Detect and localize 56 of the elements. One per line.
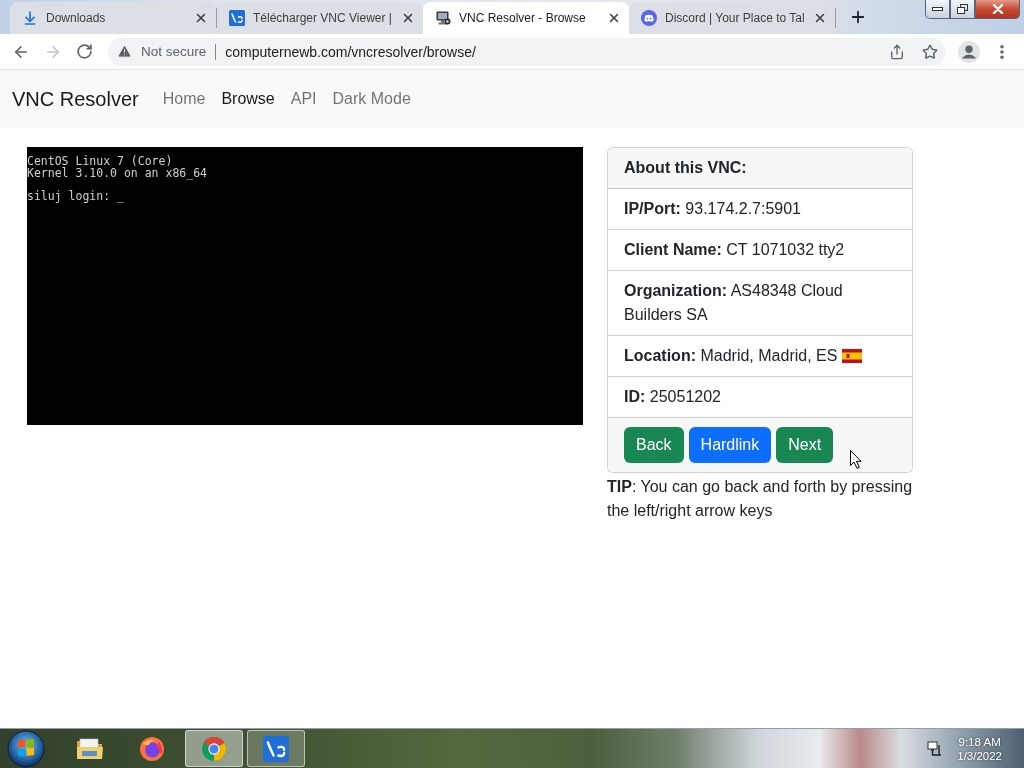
browser-tab[interactable]: Discord | Your Place to Tal [629,2,835,34]
minimize-icon [932,7,943,11]
terminal-prompt: siluj login: _ [27,191,124,203]
info-text: Client Name: CT 1071032 tty2 [624,241,845,258]
browser-tab[interactable]: Downloads [10,2,216,34]
close-window-button[interactable] [975,0,1020,19]
info-text: ID: 25051202 [624,388,721,405]
info-text: IP/Port: 93.174.2.7:5901 [624,200,801,217]
browser-logo-icon [139,735,165,762]
avatar-icon[interactable] [958,40,980,63]
browser-tab[interactable]: Télécharger VNC Viewer | [217,2,423,34]
close-icon[interactable] [813,11,827,25]
minimize-button[interactable] [925,0,950,19]
network-icon[interactable] [927,740,944,757]
info-text: Organization: AS48348 Cloud Builders SA [624,282,843,323]
close-icon[interactable] [194,11,208,25]
chat-logo-icon [641,10,657,26]
bookmark-star-icon[interactable] [922,43,938,60]
taskbar-button[interactable] [247,730,305,767]
action-button[interactable]: Next [776,427,834,463]
start-orb-icon [7,729,45,768]
clock-time: 9:18 AM [958,734,1001,749]
computer-icon [435,10,451,26]
browser-logo-icon [201,735,227,762]
address-bar[interactable]: Not secure computernewb.com/vncresolver/browse/ [108,37,946,66]
action-button[interactable]: Back [624,427,684,463]
restore-button[interactable] [950,0,975,19]
card-title: About this VNC: [608,148,912,189]
mouse-pointer-icon [850,450,862,469]
clock-date: 1/3/2022 [957,748,1002,763]
warning-icon [117,44,132,59]
action-button[interactable]: Hardlink [688,427,772,463]
nav-link[interactable]: API [282,82,325,116]
download-icon [22,10,38,26]
nav-link[interactable]: Home [154,82,214,116]
url-text: computernewb.com/vncresolver/browse/ [225,43,477,60]
nav-link[interactable]: Browse [213,82,283,116]
restore-icon [957,4,968,14]
vnc-logo-icon [229,10,245,26]
reload-icon[interactable] [76,43,93,60]
brand-link[interactable]: VNC Resolver [12,87,139,111]
nav-link[interactable]: Dark Mode [324,82,419,116]
vnc-logo-icon [263,735,289,762]
security-label[interactable]: Not secure [141,44,207,59]
close-icon[interactable] [607,11,621,25]
browser-tab[interactable]: VNC Resolver - Browse [423,2,629,34]
info-text: Location: Madrid, Madrid, ES [624,347,838,364]
tip-text: TIP: You can go back and forth by pressing the left/right arrow keys [607,477,914,521]
start-button[interactable] [4,728,48,768]
close-icon[interactable] [401,11,415,25]
terminal-line: Kernel 3.10.0 on an x86_64 [27,167,207,180]
terminal-line: CentOS Linux 7 (Core) [27,156,173,168]
close-icon [991,4,1004,14]
share-icon[interactable] [889,43,905,60]
plus-icon [849,8,867,26]
folder-icon [76,736,104,761]
